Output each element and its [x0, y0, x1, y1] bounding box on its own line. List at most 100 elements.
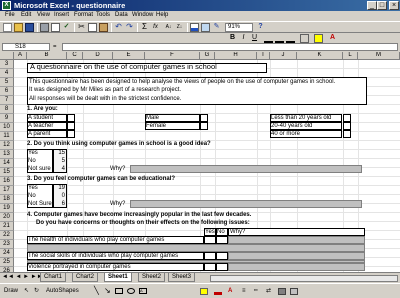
- checkbox-20-40[interactable]: [343, 122, 351, 130]
- column-header-b[interactable]: B: [27, 52, 67, 60]
- tab-chart1[interactable]: Chart1: [40, 273, 67, 282]
- tab-sheet3[interactable]: Sheet3: [168, 273, 196, 282]
- q3-why-input[interactable]: [130, 200, 362, 208]
- q4-social-yes[interactable]: [204, 252, 216, 260]
- arrow-icon[interactable]: ↘: [104, 287, 111, 295]
- borders-icon[interactable]: [300, 34, 309, 43]
- row-header-17[interactable]: 17: [0, 186, 14, 195]
- open-icon[interactable]: [14, 23, 23, 32]
- column-header-g[interactable]: G: [200, 52, 215, 60]
- print-preview-icon[interactable]: [51, 23, 60, 32]
- row-header-8[interactable]: 8: [0, 105, 14, 114]
- drawing-icon[interactable]: ✎: [212, 23, 221, 32]
- line-icon[interactable]: ╲: [94, 287, 99, 295]
- row-header-19[interactable]: 19: [0, 204, 14, 213]
- column-header-j[interactable]: J: [270, 52, 297, 60]
- checkbox-female[interactable]: [200, 122, 208, 130]
- column-header-i[interactable]: I: [257, 52, 270, 60]
- checkbox-student[interactable]: [67, 114, 75, 122]
- worksheet[interactable]: A B C D E F G H I J K L M 3 4 5 6 7 8 9 10 11 12 1…: [0, 52, 400, 272]
- italic-icon[interactable]: I: [239, 34, 248, 43]
- align-left-icon[interactable]: [264, 34, 273, 43]
- redo-icon[interactable]: ↷: [125, 23, 134, 32]
- fill-color-icon[interactable]: [314, 34, 323, 43]
- rectangle-icon[interactable]: [115, 288, 123, 294]
- checkbox-teacher[interactable]: [67, 122, 75, 130]
- free-rotate-icon[interactable]: ↻: [34, 287, 39, 295]
- row-header-18[interactable]: 18: [0, 195, 14, 204]
- checkbox-40-plus[interactable]: [343, 130, 351, 138]
- sort-descending-icon[interactable]: Z↓: [175, 23, 184, 32]
- q4-violence-why[interactable]: [228, 263, 365, 271]
- row-header-23[interactable]: 23: [0, 240, 14, 249]
- undo-icon[interactable]: ↶: [114, 23, 123, 32]
- fill-color-draw-icon[interactable]: [200, 288, 208, 295]
- font-color-icon[interactable]: A: [328, 34, 337, 43]
- menu-insert[interactable]: Insert: [54, 12, 69, 18]
- map-icon[interactable]: [201, 23, 210, 32]
- 3d-icon[interactable]: [290, 288, 298, 295]
- q4-health-yes[interactable]: [204, 236, 216, 244]
- equals-icon[interactable]: =: [53, 43, 57, 51]
- checkbox-parent[interactable]: [67, 130, 75, 138]
- help-icon[interactable]: ?: [256, 23, 265, 32]
- q4-violence-yes[interactable]: [204, 263, 216, 271]
- name-box[interactable]: S18: [2, 43, 50, 51]
- row-header-15[interactable]: 15: [0, 168, 14, 177]
- q4-health-why[interactable]: [228, 236, 365, 244]
- column-header-m[interactable]: M: [358, 52, 400, 60]
- menu-help[interactable]: Help: [156, 12, 168, 18]
- row-header-12[interactable]: 12: [0, 141, 14, 150]
- menu-tools[interactable]: Tools: [96, 12, 110, 18]
- column-header-c[interactable]: C: [67, 52, 83, 60]
- minimize-button[interactable]: _: [367, 1, 377, 10]
- row-header-11[interactable]: 11: [0, 132, 14, 141]
- column-header-f[interactable]: F: [145, 52, 200, 60]
- spelling-icon[interactable]: ✓: [62, 23, 71, 32]
- menu-file[interactable]: File: [5, 12, 15, 18]
- menu-edit[interactable]: Edit: [21, 12, 31, 18]
- print-icon[interactable]: [40, 23, 49, 32]
- tab-sheet2[interactable]: Sheet2: [138, 273, 166, 282]
- menu-window[interactable]: Window: [132, 12, 153, 18]
- q4-violence-no[interactable]: [216, 263, 228, 271]
- checkbox-under-20[interactable]: [343, 114, 351, 122]
- q4-social-why[interactable]: [228, 252, 365, 260]
- bold-icon[interactable]: B: [228, 34, 237, 43]
- save-icon[interactable]: [25, 23, 34, 32]
- row-header-10[interactable]: 10: [0, 123, 14, 132]
- align-center-icon[interactable]: [275, 34, 284, 43]
- column-header-a[interactable]: A: [14, 52, 27, 60]
- oval-icon[interactable]: [127, 288, 135, 294]
- align-right-icon[interactable]: [286, 34, 295, 43]
- row-header-4[interactable]: 4: [0, 69, 14, 78]
- row-header-16[interactable]: 16: [0, 177, 14, 186]
- column-header-k[interactable]: K: [297, 52, 343, 60]
- zoom-box[interactable]: 91%: [225, 23, 253, 32]
- menu-view[interactable]: View: [37, 12, 50, 18]
- horizontal-scrollbar[interactable]: [210, 275, 398, 282]
- tab-nav-icon[interactable]: ◄◄ ◄ ► ►►: [2, 273, 43, 281]
- menu-format[interactable]: Format: [74, 12, 93, 18]
- row-header-6[interactable]: 6: [0, 87, 14, 96]
- arrow-style-icon[interactable]: ⇄: [266, 287, 271, 295]
- line-color-icon[interactable]: [214, 288, 222, 295]
- underline-icon[interactable]: U: [250, 34, 259, 43]
- line-style-icon[interactable]: ≡: [242, 287, 246, 295]
- row-header-14[interactable]: 14: [0, 159, 14, 168]
- paste-icon[interactable]: [99, 23, 108, 32]
- copy-icon[interactable]: [88, 23, 97, 32]
- row-header-3[interactable]: 3: [0, 60, 14, 69]
- draw-menu[interactable]: Draw: [4, 287, 18, 295]
- cut-icon[interactable]: ✂: [77, 23, 86, 32]
- row-header-25[interactable]: 25: [0, 258, 14, 267]
- row-header-9[interactable]: 9: [0, 114, 14, 123]
- column-header-h[interactable]: H: [215, 52, 257, 60]
- select-all-corner[interactable]: [0, 52, 14, 60]
- shadow-icon[interactable]: [278, 288, 286, 295]
- checkbox-male[interactable]: [200, 114, 208, 122]
- column-header-l[interactable]: L: [343, 52, 358, 60]
- font-color-draw-icon[interactable]: A: [228, 287, 232, 295]
- column-header-e[interactable]: E: [113, 52, 145, 60]
- formula-input[interactable]: [62, 43, 398, 51]
